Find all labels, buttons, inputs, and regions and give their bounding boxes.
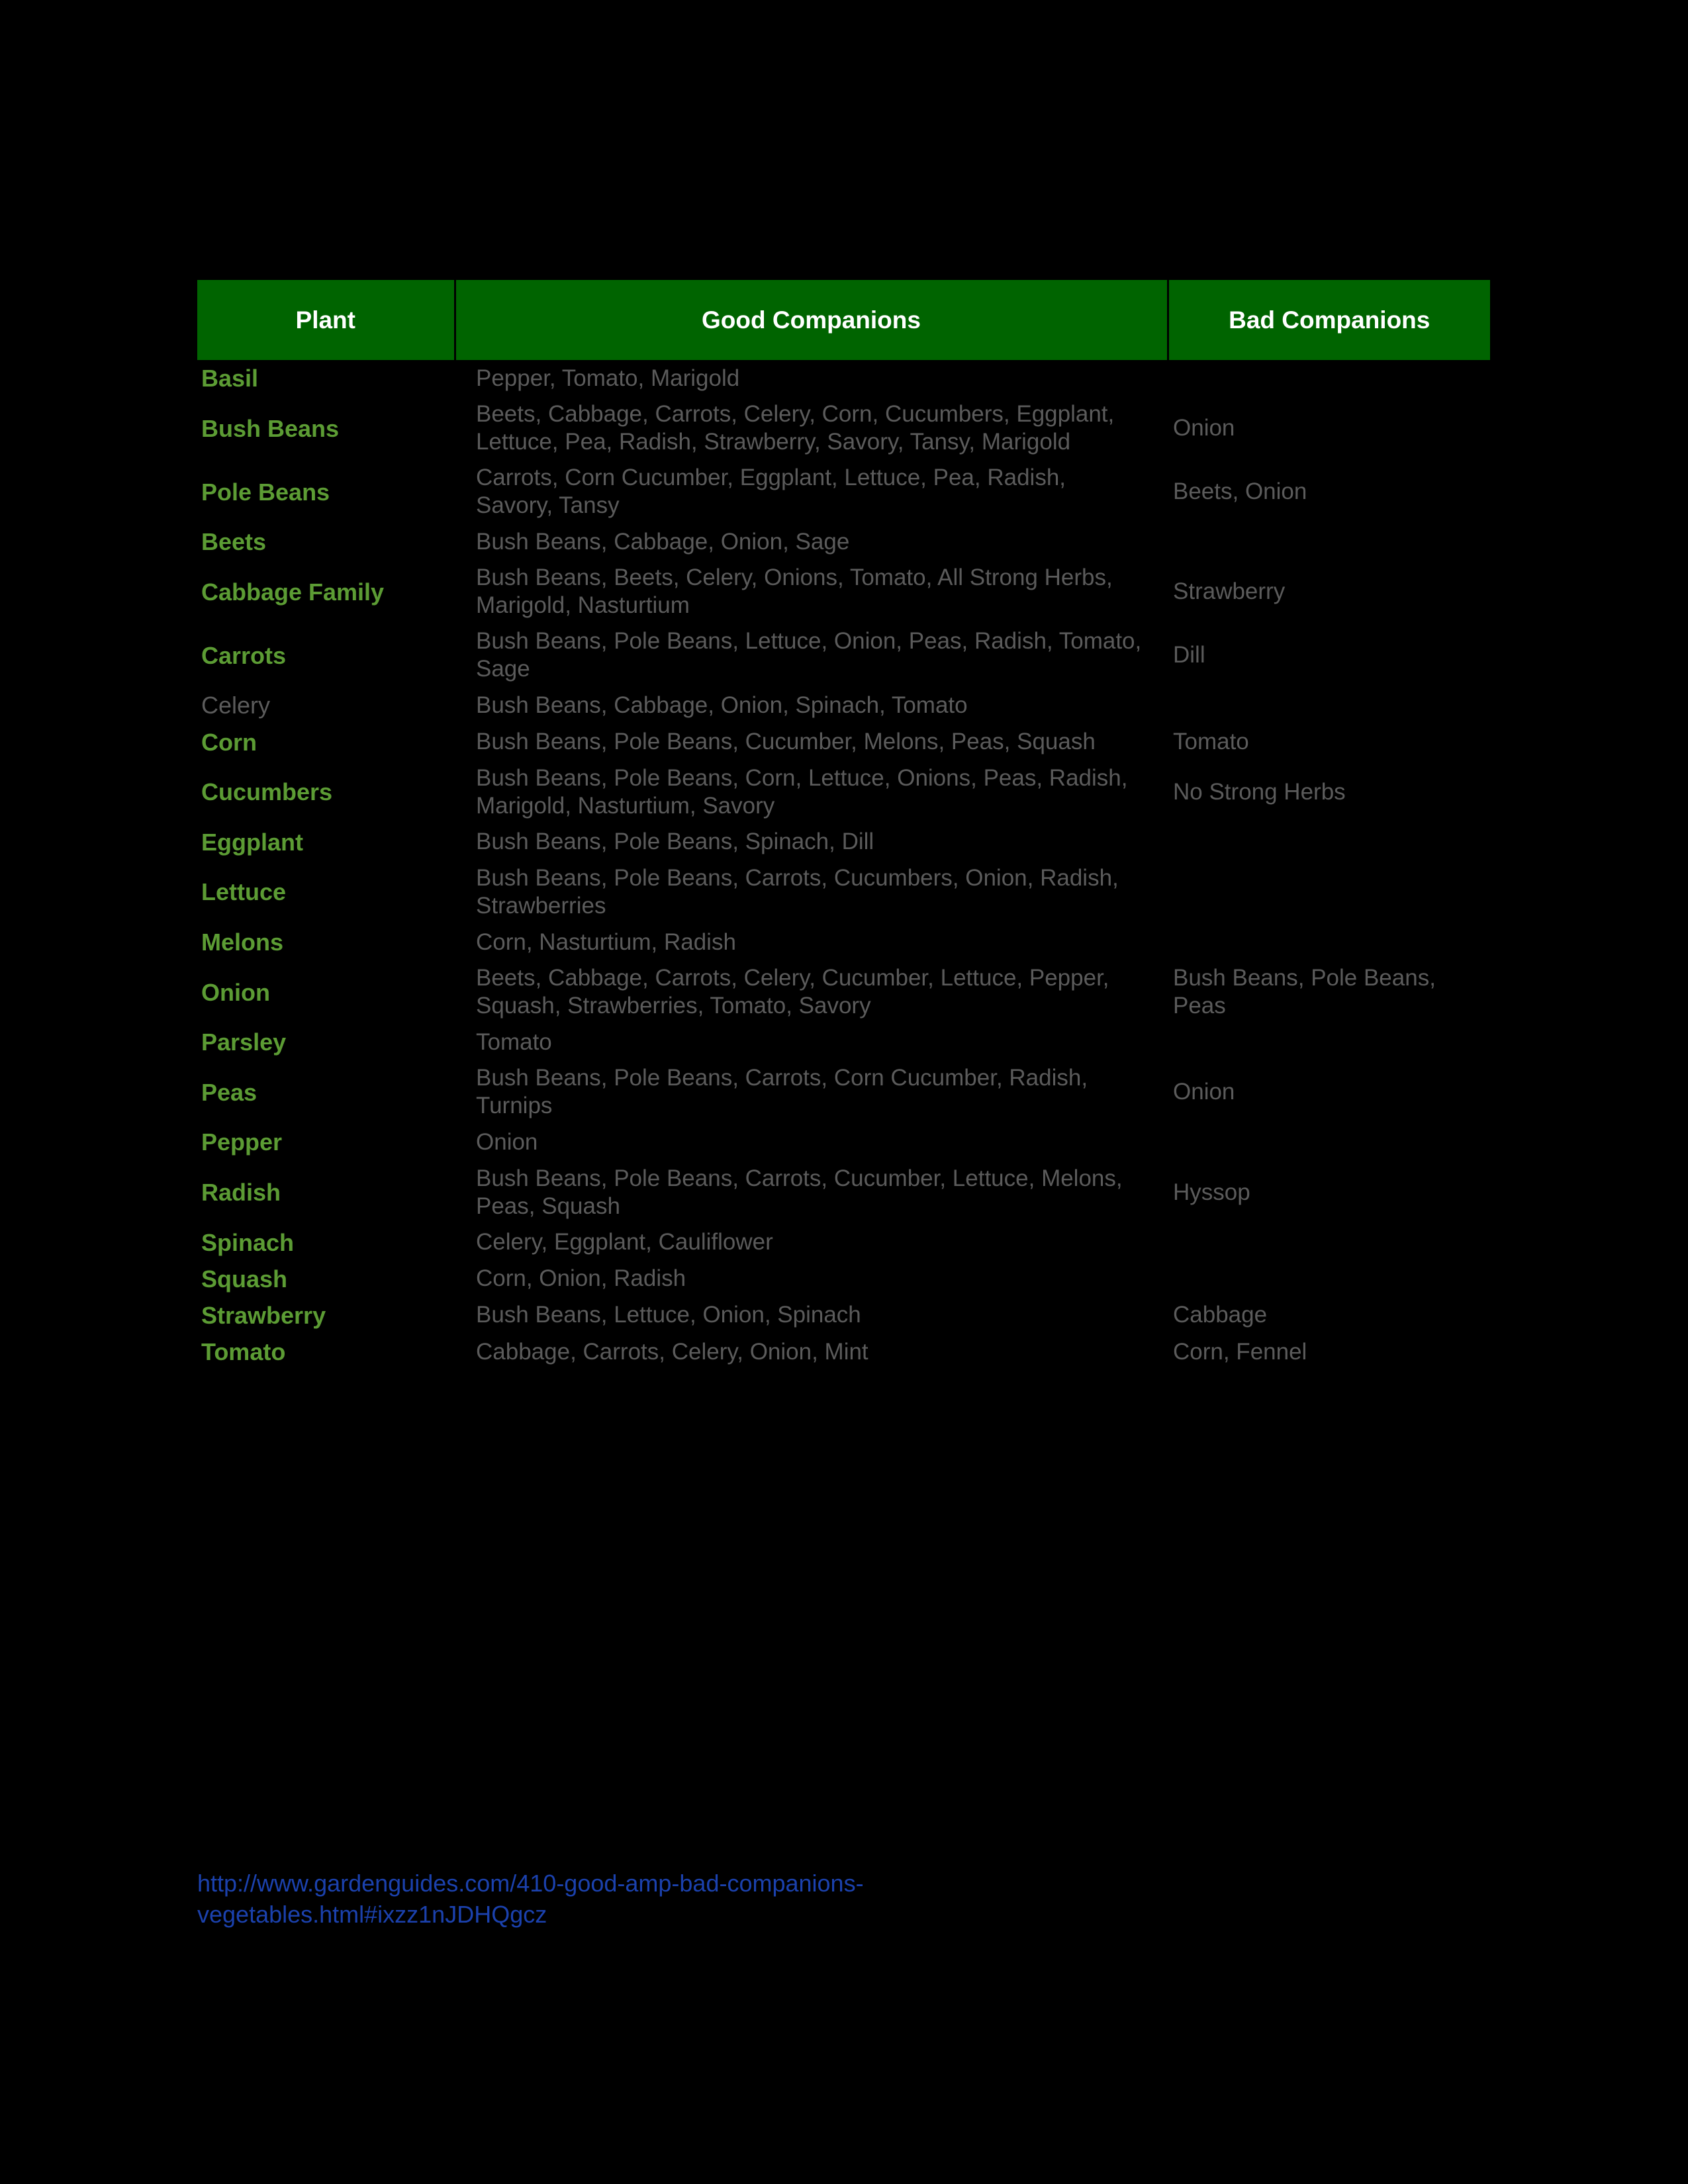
table-row: Beets Bush Beans, Cabbage, Onion, Sage — [197, 523, 1490, 560]
table-row: Eggplant Bush Beans, Pole Beans, Spinach,… — [197, 824, 1490, 860]
table-header: Plant Good Companions Bad Companions — [197, 280, 1490, 360]
cell-bad-companions: Cabbage — [1173, 1302, 1268, 1328]
cell-good-companions: Bush Beans, Pole Beans, Carrots, Corn Cu… — [476, 1065, 1088, 1119]
cell-bad-companions — [1168, 824, 1490, 860]
cell-bad-companions — [1168, 860, 1490, 924]
cell-good-companions: Beets, Cabbage, Carrots, Celery, Corn, C… — [476, 401, 1115, 455]
cell-good-companions: Carrots, Corn Cucumber, Eggplant, Lettuc… — [476, 465, 1066, 519]
cell-bad-companions: Dill — [1173, 642, 1205, 668]
table-row: Parsley Tomato — [197, 1024, 1490, 1060]
table-row: Melons Corn, Nasturtium, Radish — [197, 924, 1490, 960]
cell-bad-companions — [1168, 523, 1490, 560]
table-body: Basil Pepper, Tomato, Marigold Bush Beans B… — [197, 360, 1490, 1370]
cell-bad-companions — [1168, 1224, 1490, 1261]
cell-plant: Pepper — [201, 1128, 283, 1156]
cell-bad-companions: Onion — [1173, 415, 1235, 441]
cell-plant: Tomato — [201, 1338, 286, 1366]
cell-plant: Bush Beans — [201, 414, 340, 442]
cell-plant: Squash — [201, 1265, 288, 1293]
table-row: Onion Beets, Cabbage, Carrots, Celery, Cu… — [197, 960, 1490, 1024]
cell-bad-companions: Beets, Onion — [1173, 478, 1307, 505]
cell-good-companions: Bush Beans, Pole Beans, Lettuce, Onion, … — [476, 628, 1142, 682]
cell-plant: Onion — [201, 978, 270, 1006]
cell-plant: Melons — [201, 928, 284, 956]
cell-plant: Corn — [201, 728, 257, 756]
table-row: Spinach Celery, Eggplant, Cauliflower — [197, 1224, 1490, 1261]
cell-plant: Radish — [201, 1178, 281, 1206]
cell-plant: Celery — [201, 692, 271, 719]
cell-plant: Carrots — [201, 641, 287, 669]
cell-good-companions: Bush Beans, Pole Beans, Spinach, Dill — [476, 829, 874, 855]
cell-bad-companions — [1168, 924, 1490, 960]
cell-plant: Basil — [201, 365, 259, 392]
cell-good-companions: Onion — [476, 1128, 538, 1155]
cell-good-companions: Cabbage, Carrots, Celery, Onion, Mint — [476, 1338, 868, 1365]
cell-plant: Pole Beans — [201, 478, 330, 506]
table-row: Lettuce Bush Beans, Pole Beans, Carrots, … — [197, 860, 1490, 924]
cell-bad-companions: No Strong Herbs — [1173, 778, 1346, 805]
document-page: Plant Good Companions Bad Companions Bas… — [0, 0, 1688, 2184]
cell-bad-companions — [1168, 360, 1490, 396]
source-url-link[interactable]: http://www.gardenguides.com/410-good-amp… — [197, 1868, 1190, 1931]
cell-good-companions: Beets, Cabbage, Carrots, Celery, Cucumbe… — [476, 965, 1109, 1019]
cell-bad-companions: Strawberry — [1173, 578, 1286, 605]
cell-bad-companions: Hyssop — [1173, 1179, 1250, 1205]
cell-good-companions: Corn, Nasturtium, Radish — [476, 929, 736, 955]
cell-plant: Eggplant — [201, 828, 303, 856]
cell-bad-companions: Bush Beans, Pole Beans, Peas — [1173, 965, 1436, 1019]
cell-good-companions: Tomato — [476, 1028, 552, 1055]
cell-good-companions: Bush Beans, Pole Beans, Corn, Lettuce, O… — [476, 764, 1128, 819]
cell-plant: Parsley — [201, 1028, 287, 1056]
cell-good-companions: Bush Beans, Cabbage, Onion, Spinach, Tom… — [476, 692, 968, 718]
column-header-plant: Plant — [197, 280, 456, 360]
cell-plant: Beets — [201, 528, 267, 556]
table-row: Pepper Onion — [197, 1124, 1490, 1160]
cell-bad-companions — [1168, 687, 1490, 723]
table-row: Strawberry Bush Beans, Lettuce, Onion, Sp… — [197, 1297, 1490, 1334]
table-row: Bush Beans Beets, Cabbage, Carrots, Celer… — [197, 396, 1490, 460]
cell-bad-companions — [1168, 1024, 1490, 1060]
column-header-good-companions: Good Companions — [455, 280, 1169, 360]
table-row: Tomato Cabbage, Carrots, Celery, Onion, M… — [197, 1334, 1490, 1370]
cell-bad-companions — [1168, 1261, 1490, 1297]
cell-good-companions: Corn, Onion, Radish — [476, 1265, 686, 1292]
companion-planting-table: Plant Good Companions Bad Companions Bas… — [197, 280, 1490, 1370]
cell-good-companions: Celery, Eggplant, Cauliflower — [476, 1229, 773, 1255]
table-row: Celery Bush Beans, Cabbage, Onion, Spinac… — [197, 687, 1490, 723]
cell-plant: Peas — [201, 1078, 258, 1106]
cell-good-companions: Bush Beans, Lettuce, Onion, Spinach — [476, 1302, 861, 1328]
table-row: Carrots Bush Beans, Pole Beans, Lettuce, … — [197, 623, 1490, 687]
table-row: Peas Bush Beans, Pole Beans, Carrots, Cor… — [197, 1060, 1490, 1124]
table-row: Cabbage Family Bush Beans, Beets, Celery,… — [197, 560, 1490, 623]
cell-good-companions: Pepper, Tomato, Marigold — [476, 365, 740, 391]
cell-bad-companions: Corn, Fennel — [1173, 1338, 1307, 1365]
cell-plant: Cucumbers — [201, 778, 333, 806]
cell-bad-companions: Onion — [1173, 1079, 1235, 1105]
table-row: Cucumbers Bush Beans, Pole Beans, Corn, L… — [197, 760, 1490, 824]
cell-good-companions: Bush Beans, Beets, Celery, Onions, Tomat… — [476, 565, 1113, 619]
table-row: Pole Beans Carrots, Corn Cucumber, Eggpla… — [197, 460, 1490, 523]
table-row: Corn Bush Beans, Pole Beans, Cucumber, Me… — [197, 724, 1490, 760]
cell-plant: Lettuce — [201, 878, 287, 906]
cell-plant: Strawberry — [201, 1301, 326, 1329]
table-header-row: Plant Good Companions Bad Companions — [197, 280, 1490, 360]
cell-plant: Spinach — [201, 1228, 295, 1256]
table-row: Squash Corn, Onion, Radish — [197, 1261, 1490, 1297]
cell-plant: Cabbage Family — [201, 578, 385, 606]
table-row: Basil Pepper, Tomato, Marigold — [197, 360, 1490, 396]
cell-bad-companions — [1168, 1124, 1490, 1160]
column-header-bad-companions: Bad Companions — [1168, 280, 1490, 360]
cell-good-companions: Bush Beans, Cabbage, Onion, Sage — [476, 528, 850, 555]
cell-bad-companions: Tomato — [1173, 729, 1249, 755]
cell-good-companions: Bush Beans, Pole Beans, Cucumber, Melons… — [476, 729, 1096, 755]
table-row: Radish Bush Beans, Pole Beans, Carrots, C… — [197, 1161, 1490, 1224]
cell-good-companions: Bush Beans, Pole Beans, Carrots, Cucumbe… — [476, 1165, 1123, 1219]
cell-good-companions: Bush Beans, Pole Beans, Carrots, Cucumbe… — [476, 864, 1119, 919]
